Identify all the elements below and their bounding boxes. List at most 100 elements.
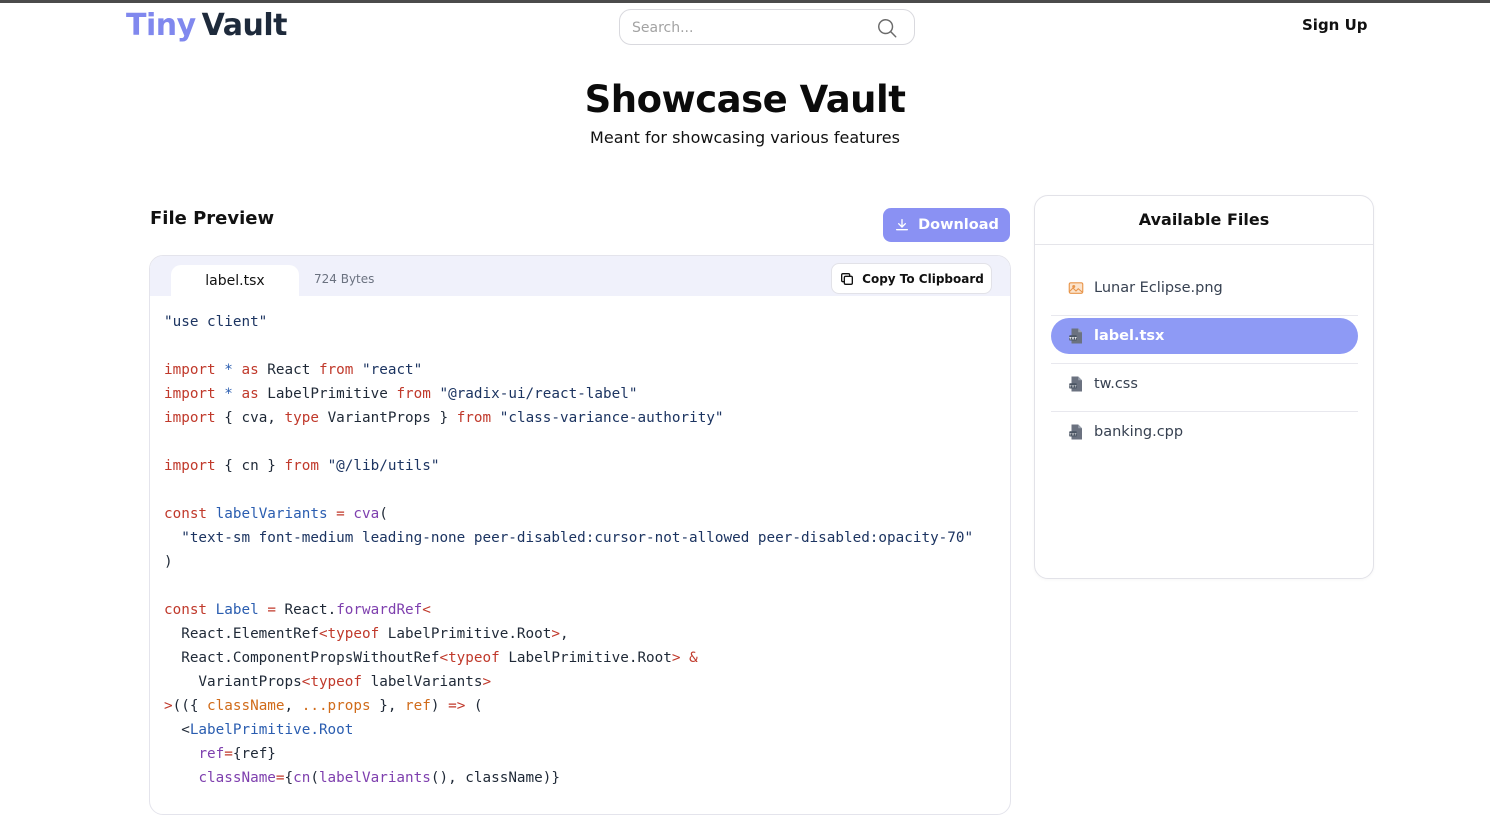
- page-subtitle: Meant for showcasing various features: [590, 128, 900, 147]
- code-token: { cn }: [215, 458, 285, 474]
- code-token: typeof: [327, 626, 380, 642]
- code-token: const: [164, 602, 208, 618]
- code-token: <: [164, 722, 190, 738]
- divider: [1051, 363, 1358, 364]
- code-token: cn: [293, 770, 311, 786]
- available-files-panel: Available Files Lunar Eclipse.png TXT labe…: [1034, 195, 1374, 579]
- file-item-label: label.tsx: [1094, 328, 1165, 344]
- code-token: from: [318, 362, 354, 378]
- copy-label: Copy To Clipboard: [862, 271, 984, 286]
- code-token: >: [164, 698, 173, 714]
- code-line: ): [164, 550, 973, 574]
- search-input[interactable]: [630, 17, 860, 39]
- code-line: "text-sm font-medium leading-none peer-d…: [164, 526, 973, 550]
- file-item-tw-css[interactable]: TXT tw.css: [1051, 366, 1358, 402]
- code-line: >(({ className, ...props }, ref) => (: [164, 694, 973, 718]
- code-token: =: [267, 602, 276, 618]
- code-token: {ref}: [232, 746, 276, 762]
- code-token: (: [465, 698, 483, 714]
- code-token: },: [370, 698, 406, 714]
- code-token: (: [310, 770, 319, 786]
- code-line: React.ElementRef<typeof LabelPrimitive.R…: [164, 622, 973, 646]
- svg-text:TXT: TXT: [1068, 432, 1077, 436]
- code-token: Label: [215, 602, 259, 618]
- code-line: import * as React from "react": [164, 358, 973, 382]
- code-line: <LabelPrimitive.Root: [164, 718, 973, 742]
- code-line: import * as LabelPrimitive from "@radix-…: [164, 382, 973, 406]
- code-token: ,: [559, 626, 569, 642]
- code-token: className: [207, 698, 285, 714]
- code-line: VariantProps<typeof labelVariants>: [164, 670, 973, 694]
- download-button[interactable]: Download: [883, 208, 1010, 242]
- code-token: ...props: [301, 698, 371, 714]
- code-token: from: [396, 386, 431, 402]
- code-token: (: [379, 506, 388, 522]
- file-item-label: tw.css: [1094, 376, 1138, 392]
- code-line: import { cva, type VariantProps } from "…: [164, 406, 973, 430]
- code-token: >: [551, 626, 560, 642]
- logo-tiny: Tiny: [126, 8, 196, 43]
- page-title: Showcase Vault: [584, 78, 906, 121]
- code-token: LabelPrimitive.Root: [379, 626, 552, 642]
- code-token: {: [284, 770, 294, 786]
- download-icon: [896, 219, 909, 231]
- code-token: React.ElementRef: [164, 626, 319, 642]
- code-token: ): [164, 554, 173, 570]
- code-token: typeof: [448, 650, 500, 666]
- code-token: import: [164, 362, 216, 378]
- code-token: as: [241, 362, 259, 378]
- copy-to-clipboard-button[interactable]: Copy To Clipboard: [831, 263, 992, 294]
- code-token: React.ComponentPropsWithoutRef: [164, 650, 440, 666]
- code-token: (), className)}: [430, 770, 560, 786]
- code-token: *: [224, 386, 233, 402]
- top-strip: [0, 0, 1490, 3]
- code-token: "class-variance-authority": [499, 410, 724, 426]
- file-item-label-tsx[interactable]: TXT label.tsx: [1051, 318, 1358, 354]
- code-token: *: [224, 362, 233, 378]
- code-line: import { cn } from "@/lib/utils": [164, 454, 973, 478]
- logo[interactable]: Tiny Vault: [126, 8, 287, 44]
- search-icon[interactable]: [876, 17, 898, 39]
- search-box[interactable]: [619, 9, 915, 45]
- file-item-lunar-eclipse-png[interactable]: Lunar Eclipse.png: [1051, 270, 1358, 306]
- file-tab[interactable]: label.tsx: [171, 265, 299, 297]
- code-token: forwardRef: [336, 602, 423, 618]
- download-label: Download: [918, 217, 999, 233]
- file-item-banking-cpp[interactable]: TXT banking.cpp: [1051, 414, 1358, 450]
- file-item-label: banking.cpp: [1094, 424, 1184, 440]
- divider: [1035, 244, 1373, 245]
- available-files-heading: Available Files: [1138, 210, 1270, 229]
- code-token: from: [284, 458, 319, 474]
- code-token: React.: [275, 602, 337, 618]
- code-token: "@radix-ui/react-label": [439, 386, 638, 402]
- code-token: from: [456, 410, 492, 426]
- file-size: 724 Bytes: [314, 272, 375, 286]
- code-token: import: [164, 458, 216, 474]
- code-token: ): [430, 698, 449, 714]
- code-token: React: [258, 362, 319, 378]
- code-token: import: [164, 410, 216, 426]
- code-token: "text-sm font-medium leading-none peer-d…: [164, 530, 974, 546]
- code-token: <: [439, 650, 449, 666]
- image-icon: [1067, 279, 1085, 297]
- sign-up-link[interactable]: Sign Up: [1302, 16, 1368, 34]
- code-token: typeof: [310, 674, 362, 690]
- code-token: "use client": [164, 314, 268, 330]
- text-file-icon: TXT: [1067, 375, 1085, 393]
- code-line: className={cn(labelVariants(), className…: [164, 766, 973, 790]
- code-token: >: [482, 674, 492, 690]
- code-token: =: [336, 506, 345, 522]
- code-token: labelVariants: [318, 770, 431, 786]
- code-line: const labelVariants = cva(: [164, 502, 973, 526]
